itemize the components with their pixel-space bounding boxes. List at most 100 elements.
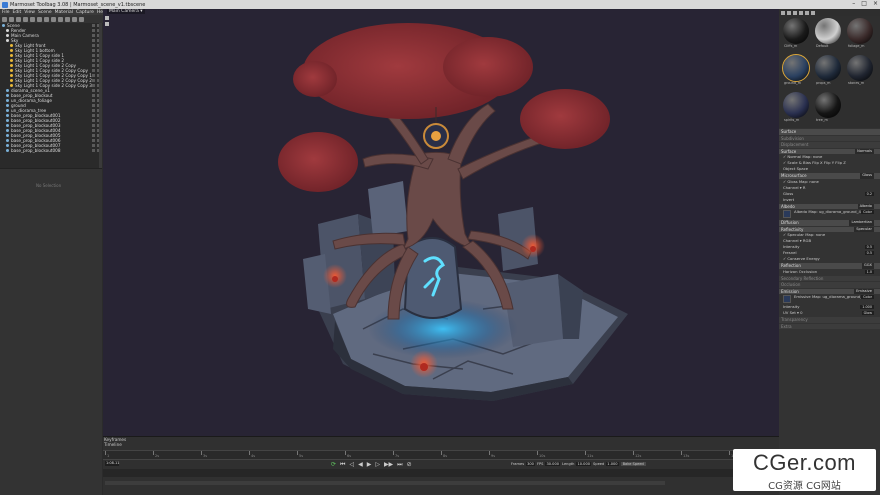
timeline-ruler[interactable]: 12s3s4s5s6s7s8s9s10s11s12s13s14s (103, 450, 779, 460)
fps-field[interactable]: 30.000 (545, 462, 561, 466)
editor-section-header[interactable]: Occlusion (779, 282, 880, 288)
texture-thumbnail[interactable] (783, 210, 791, 218)
speed-field[interactable]: 1.000 (606, 462, 619, 466)
material-swatch[interactable]: props_m (814, 55, 842, 88)
editor-property-row[interactable]: Invert (779, 197, 880, 203)
material-swatch[interactable]: Cliffs_m (782, 18, 810, 51)
visibility-icon[interactable] (92, 79, 95, 82)
material-swatch[interactable]: stones_m (846, 55, 874, 88)
next-key-icon[interactable]: ▶▶ (384, 462, 393, 468)
visibility-icon[interactable] (92, 49, 95, 52)
editor-value[interactable]: Lambertian (849, 220, 874, 226)
menu-capture[interactable]: Capture (76, 10, 94, 15)
visibility-icon[interactable] (92, 74, 95, 77)
turntable-icon[interactable] (58, 16, 63, 22)
visibility-icon[interactable] (92, 94, 95, 97)
visibility-icon[interactable] (92, 114, 95, 117)
length-field[interactable]: 10.000 (576, 462, 592, 466)
delete-icon[interactable] (79, 16, 84, 22)
camera-dropdown[interactable]: Main Camera ▾ (107, 9, 145, 14)
next-frame-icon[interactable]: ▷ (375, 462, 380, 468)
visibility-icon[interactable] (92, 24, 95, 27)
prev-key-icon[interactable]: ◁ (349, 462, 354, 468)
open-icon[interactable] (9, 16, 14, 22)
fog-icon[interactable] (72, 16, 77, 22)
editor-value[interactable]: 0.5 (864, 251, 874, 255)
visibility-icon[interactable] (92, 144, 95, 147)
new-object-icon[interactable] (2, 16, 7, 22)
editor-property-row[interactable]: Object Space (779, 166, 880, 172)
outliner-scrollbar[interactable] (99, 23, 102, 168)
material-swatch[interactable]: Default (814, 18, 842, 51)
editor-value[interactable]: Color (861, 295, 874, 299)
timeline-scrollbar[interactable] (105, 481, 665, 485)
export-material-icon[interactable] (799, 10, 803, 15)
editor-value[interactable]: 1.0 (864, 269, 874, 274)
editor-value[interactable]: 0.2 (864, 191, 874, 196)
editor-value[interactable]: 1.000 (860, 305, 874, 309)
pick-material-icon[interactable] (805, 10, 809, 15)
record-icon[interactable]: ⊘ (407, 462, 412, 468)
texture-thumbnail[interactable] (783, 295, 791, 303)
editor-property-row[interactable]: Emissive Map: ug_diorama_ground_4 Color (779, 294, 880, 304)
last-frame-icon[interactable]: ⏭ (397, 462, 402, 468)
editor-section-header[interactable]: Extra (779, 323, 880, 329)
save-icon[interactable] (16, 16, 21, 22)
timeline-track[interactable] (103, 469, 779, 477)
material-swatch[interactable]: ground_m (782, 54, 810, 88)
import-material-icon[interactable] (793, 10, 797, 15)
visibility-icon[interactable] (92, 64, 95, 67)
material-swatch[interactable]: foliage_m (846, 18, 874, 51)
visibility-icon[interactable] (92, 134, 95, 137)
play-icon[interactable]: ▶ (367, 462, 372, 468)
maximize-button[interactable]: □ (861, 0, 867, 7)
visibility-icon[interactable] (92, 99, 95, 102)
first-frame-icon[interactable]: ⏮ (340, 462, 345, 468)
material-swatch[interactable]: tree_m (814, 92, 842, 125)
minimize-button[interactable]: – (852, 0, 855, 7)
visibility-icon[interactable] (92, 84, 95, 87)
3d-viewport[interactable]: Main Camera ▾ (103, 9, 779, 436)
menu-view[interactable]: View (24, 10, 35, 15)
current-frame-field[interactable]: 1:08.11 (105, 461, 119, 466)
visibility-icon[interactable] (92, 69, 95, 72)
visibility-icon[interactable] (92, 29, 95, 32)
visibility-icon[interactable] (92, 39, 95, 42)
menu-scene[interactable]: Scene (38, 10, 52, 15)
rotate-tool-icon[interactable] (105, 22, 109, 26)
editor-section-header[interactable]: Diffusion Lambertian (779, 220, 880, 226)
mesh-icon[interactable] (44, 16, 49, 22)
visibility-icon[interactable] (92, 109, 95, 112)
visibility-icon[interactable] (92, 129, 95, 132)
new-material-icon[interactable] (781, 10, 785, 15)
visibility-icon[interactable] (92, 34, 95, 37)
close-button[interactable]: × (873, 0, 878, 7)
delete-material-icon[interactable] (811, 10, 815, 15)
editor-section-header[interactable]: Transparency (779, 317, 880, 323)
editor-value[interactable]: 0.5 (864, 245, 874, 249)
visibility-icon[interactable] (92, 59, 95, 62)
material-icon[interactable] (51, 16, 56, 22)
editor-property-row[interactable]: ✓ Conserve Energy (779, 256, 880, 262)
menu-file[interactable]: File (2, 10, 10, 15)
visibility-icon[interactable] (92, 104, 95, 107)
visibility-icon[interactable] (92, 89, 95, 92)
visibility-icon[interactable] (92, 124, 95, 127)
duplicate-material-icon[interactable] (787, 10, 791, 15)
visibility-icon[interactable] (92, 139, 95, 142)
frames-field[interactable]: 300 (526, 462, 535, 466)
editor-property-row[interactable]: Albedo Map: ug_diorama_ground_4 Color (779, 209, 880, 219)
move-tool-icon[interactable] (105, 16, 109, 20)
editor-value[interactable]: Glow (861, 311, 874, 315)
visibility-icon[interactable] (92, 149, 95, 152)
editor-value[interactable]: Color (861, 210, 874, 214)
loop-icon[interactable]: ⟳ (331, 462, 336, 468)
shadow-catcher-icon[interactable] (65, 16, 70, 22)
visibility-icon[interactable] (92, 44, 95, 47)
material-swatch[interactable]: spirits_m (782, 92, 810, 125)
menu-material[interactable]: Material (55, 10, 73, 15)
bake-speed-button[interactable]: Bake Speed (620, 462, 646, 466)
editor-section-header[interactable]: Secondary Reflection (779, 275, 880, 281)
prev-frame-icon[interactable]: ◀ (358, 462, 363, 468)
editor-property-row[interactable]: Horizon Occlusion 1.0 (779, 269, 880, 275)
